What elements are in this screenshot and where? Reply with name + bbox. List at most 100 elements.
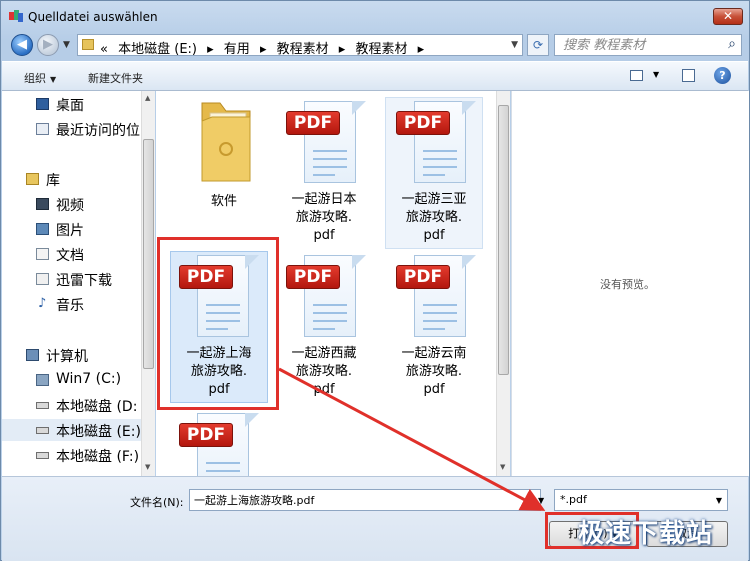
search-input[interactable] (561, 37, 715, 54)
file-name-line: 一起游日本 (291, 192, 357, 207)
breadcrumb-separator[interactable]: ▸ (418, 42, 425, 57)
folder-icon (201, 102, 251, 182)
preview-pane: 没有预览。 (511, 91, 749, 476)
search-icon[interactable]: ⌕ (728, 36, 736, 52)
sidebar-item-pictures[interactable]: 图片 (2, 218, 141, 240)
documents-icon (36, 248, 49, 260)
breadcrumb-materials-sub[interactable]: 教程素材 (355, 42, 407, 57)
refresh-button[interactable]: ⟳ (527, 34, 549, 56)
file-name-line: pdf (423, 228, 445, 243)
file-name-line: 一起游三亚 (401, 192, 467, 207)
organize-menu[interactable]: 组织 ▼ (24, 70, 56, 86)
file-name-line: pdf (423, 382, 445, 397)
pdf-file-icon: PDF (396, 255, 476, 337)
file-name-line: pdf (313, 228, 335, 243)
breadcrumb-materials[interactable]: 教程素材 (277, 42, 329, 57)
no-preview-message: 没有预览。 (600, 278, 655, 291)
sidebar-item-drive-d[interactable]: 本地磁盘 (D: (2, 394, 141, 416)
file-item-japan-pdf[interactable]: PDF 一起游日本 旅游攻略. pdf (276, 97, 372, 247)
videos-icon (36, 198, 49, 210)
recent-places-icon (36, 123, 49, 135)
sidebar-item-label: 桌面 (56, 98, 84, 114)
sidebar-item-label: 计算机 (46, 349, 88, 365)
organize-label: 组织 (24, 72, 46, 85)
breadcrumb-useful[interactable]: 有用 (224, 42, 250, 57)
sidebar-scrollbar[interactable]: ▲ ▼ (141, 91, 155, 476)
preview-pane-icon[interactable] (682, 69, 695, 82)
sidebar-item-computer[interactable]: 计算机 (2, 344, 141, 366)
file-list-scroll-thumb[interactable] (498, 105, 509, 375)
file-name-line: 旅游攻略. (405, 210, 463, 225)
libraries-icon (26, 173, 39, 185)
new-folder-button[interactable]: 新建文件夹 (88, 70, 143, 86)
view-dropdown-icon[interactable]: ▼ (653, 70, 659, 79)
filename-input[interactable] (189, 489, 541, 511)
sidebar-item-label: 本地磁盘 (D: (56, 399, 138, 415)
pdf-file-icon: PDF (286, 255, 366, 337)
sidebar-scroll-thumb[interactable] (143, 139, 154, 369)
scroll-down-icon[interactable]: ▼ (145, 463, 150, 471)
sidebar-item-drive-c[interactable]: Win7 (C:) (2, 369, 141, 391)
file-type-select[interactable]: *.pdf ▼ (554, 489, 728, 511)
window-title: Quelldatei auswählen (28, 10, 158, 24)
breadcrumb-separator[interactable]: ▸ (207, 42, 214, 57)
address-dropdown-icon[interactable]: ▼ (511, 40, 518, 50)
hard-drive-icon (36, 452, 49, 459)
sidebar-item-label: 文档 (56, 248, 84, 264)
sidebar-item-label: 本地磁盘 (F:) (56, 449, 140, 465)
file-item-tibet-pdf[interactable]: PDF 一起游西藏 旅游攻略. pdf (276, 251, 372, 401)
pdf-badge: PDF (286, 111, 340, 135)
pdf-file-icon: PDF (396, 101, 476, 183)
pdf-file-icon: PDF (179, 413, 259, 476)
view-options-icon[interactable] (630, 70, 643, 81)
folder-item-software[interactable]: 软件 (176, 97, 272, 209)
organize-dropdown-icon: ▼ (50, 75, 57, 84)
address-bar[interactable]: « 本地磁盘 (E:) ▸ 有用 ▸ 教程素材 ▸ 教程素材 ▸ ▼ (77, 34, 523, 57)
close-button[interactable]: ✕ (713, 8, 743, 25)
sidebar-item-drive-f[interactable]: 本地磁盘 (F:) (2, 444, 141, 466)
watermark: 极速下载站 (578, 519, 714, 549)
sidebar-item-desktop[interactable]: 桌面 (2, 93, 141, 115)
file-name-line: 旅游攻略. (295, 364, 353, 379)
breadcrumb-separator[interactable]: ▸ (260, 42, 267, 57)
sidebar-item-music[interactable]: ♪ 音乐 (2, 293, 141, 315)
pictures-icon (36, 223, 49, 235)
navigation-bar: ◀ ▶ ▼ « 本地磁盘 (E:) ▸ 有用 ▸ 教程素材 ▸ 教程素材 ▸ ▼… (1, 31, 749, 59)
breadcrumb-separator[interactable]: ▸ (339, 42, 346, 57)
folder-icon (82, 39, 94, 50)
command-toolbar: 组织 ▼ 新建文件夹 ▼ ? (2, 61, 748, 91)
sidebar-item-thunder-downloads[interactable]: 迅雷下载 (2, 268, 141, 290)
pdf-badge: PDF (179, 423, 233, 447)
sidebar-item-label: 视频 (56, 198, 84, 214)
sidebar-item-label: 图片 (56, 223, 84, 239)
hard-drive-icon (36, 402, 49, 409)
file-name: 软件 (210, 194, 237, 209)
app-icon (9, 10, 23, 22)
pdf-file-icon: PDF (286, 101, 366, 183)
file-name-line: 旅游攻略. (295, 210, 353, 225)
forward-button[interactable]: ▶ (37, 34, 59, 56)
file-item-yunnan-pdf[interactable]: PDF 一起游云南 旅游攻略. pdf (386, 251, 482, 401)
history-dropdown-icon[interactable]: ▼ (63, 40, 70, 50)
file-name-line: 旅游攻略. (405, 364, 463, 379)
pdf-badge: PDF (286, 265, 340, 289)
file-name-line: 一起游云南 (401, 346, 467, 361)
sidebar-item-drive-e[interactable]: 本地磁盘 (E:) (2, 419, 141, 441)
file-item-partial-pdf[interactable]: PDF (171, 409, 267, 476)
sidebar-item-recent[interactable]: 最近访问的位 (2, 118, 141, 140)
breadcrumb-drive[interactable]: 本地磁盘 (E:) (118, 42, 197, 57)
filename-dropdown-icon[interactable]: ▼ (538, 496, 544, 505)
file-type-value: *.pdf (560, 493, 587, 506)
sidebar-item-label: 最近访问的位 (56, 123, 140, 139)
scroll-down-icon[interactable]: ▼ (500, 463, 505, 471)
help-icon[interactable]: ? (714, 67, 731, 84)
breadcrumb-overflow[interactable]: « (100, 42, 108, 57)
back-button[interactable]: ◀ (11, 34, 33, 56)
back-arrow-icon: ◀ (17, 37, 27, 52)
scroll-up-icon[interactable]: ▲ (145, 94, 150, 102)
file-list-scrollbar[interactable]: ▼ (496, 91, 510, 476)
sidebar-item-videos[interactable]: 视频 (2, 193, 141, 215)
sidebar-item-libraries[interactable]: 库 (2, 168, 141, 190)
file-item-sanya-pdf[interactable]: PDF 一起游三亚 旅游攻略. pdf (386, 97, 482, 247)
sidebar-item-documents[interactable]: 文档 (2, 243, 141, 265)
